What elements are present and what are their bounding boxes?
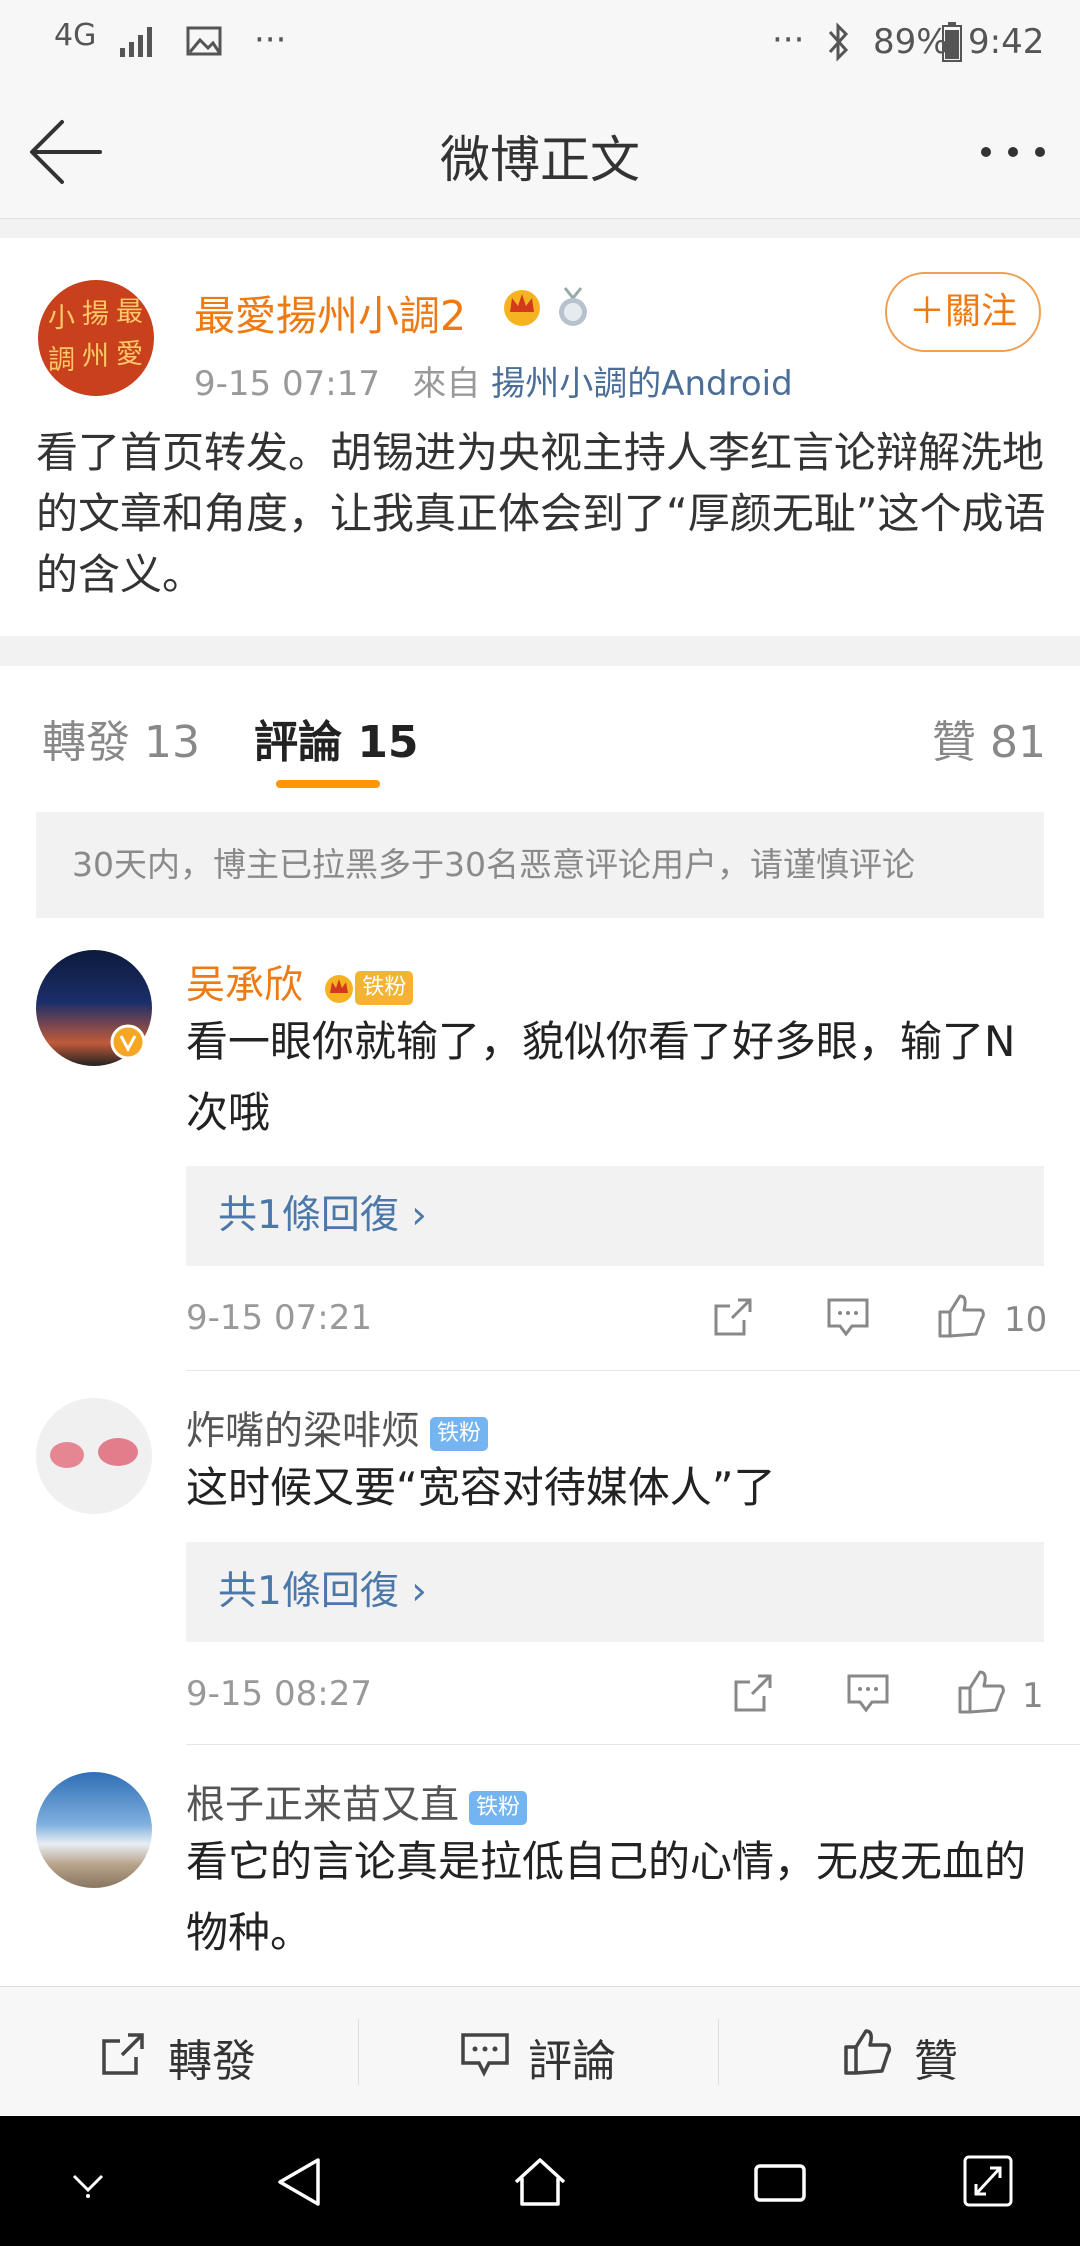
post-tabs: 轉發 13 評論 15 贊 81 xyxy=(0,666,1080,797)
view-replies-button[interactable]: 共1條回復 › xyxy=(186,1542,1044,1642)
avatar-char: 小 xyxy=(48,303,75,334)
screen-rotate-icon[interactable] xyxy=(962,2154,1014,2208)
page-title: 微博正文 xyxy=(440,131,640,189)
back-nav-icon[interactable] xyxy=(274,2156,324,2208)
comment-author[interactable]: 根子正来苗又直 铁粉 xyxy=(186,1774,528,1830)
comment-author[interactable]: 吴承欣 铁粉 xyxy=(186,954,414,1010)
medal-icon xyxy=(559,287,587,326)
active-tab-indicator xyxy=(276,780,380,788)
post-body: 看了首页转发。胡锡进为央视主持人李红言论辩解洗地的文章和角度，让我真正体会到了“… xyxy=(36,428,1046,599)
avatar-char: 最 xyxy=(116,297,143,328)
tab-reposts[interactable]: 轉發 13 xyxy=(42,706,200,770)
comment-time: 9-15 08:27 xyxy=(186,1674,372,1714)
repost-icon xyxy=(102,2033,144,2075)
more-notifications-icon: ··· xyxy=(254,20,287,60)
comment-avatar[interactable] xyxy=(36,1398,152,1514)
status-dots-icon: ··· xyxy=(772,20,805,60)
divider xyxy=(186,1370,1080,1371)
author-name[interactable]: 最愛揚州小調2 xyxy=(194,282,466,342)
vip-crown-icon xyxy=(325,974,354,1003)
post-action-bar: 轉發 評論 贊 xyxy=(0,1986,1080,2117)
verified-badge-icon xyxy=(110,1024,146,1060)
tab-likes[interactable]: 贊 81 xyxy=(932,706,1046,770)
comment-button[interactable]: 評論 xyxy=(458,1987,658,2117)
battery-percent: 89% xyxy=(873,22,949,62)
comment-author-text: 吴承欣 xyxy=(186,963,304,1008)
fan-badge: 铁粉 xyxy=(430,1416,489,1451)
comment-icon xyxy=(461,2033,509,2077)
comment-label: 評論 xyxy=(528,2036,616,2087)
like-icon[interactable] xyxy=(936,1292,986,1340)
comment-text: 看它的言论真是拉低自己的心情，无皮无血的物种。 xyxy=(186,1837,1027,1957)
comment-time: 9-15 07:21 xyxy=(186,1298,372,1338)
view-replies-button[interactable]: 共1條回復 › xyxy=(186,1166,1044,1266)
source-prefix: 來自 xyxy=(412,364,481,404)
avatar-char: 愛 xyxy=(116,339,143,370)
comment-list: 30天内，博主已拉黑多于30名恶意评论用户，请谨慎评论 吴承欣 铁粉 看一眼你就… xyxy=(0,796,1080,1986)
clock: 9:42 xyxy=(968,22,1045,62)
gallery-icon xyxy=(186,26,222,56)
comment-text: 看一眼你就输了，貌似你看了好多眼，输了N次哦 xyxy=(186,1017,1016,1137)
share-icon[interactable] xyxy=(732,1672,774,1714)
comment-notice: 30天内，博主已拉黑多于30名恶意评论用户，请谨慎评论 xyxy=(36,812,1044,918)
avatar-char: 調 xyxy=(48,345,75,376)
author-name-text: 最愛揚州小調2 xyxy=(194,292,467,340)
fan-badge: 铁粉 xyxy=(469,1790,528,1825)
battery-icon xyxy=(942,22,962,62)
comment-icon[interactable] xyxy=(826,1296,870,1338)
like-count: 10 xyxy=(1004,1300,1048,1340)
recents-nav-icon[interactable] xyxy=(752,2160,808,2206)
bluetooth-icon xyxy=(828,22,849,62)
system-nav-bar xyxy=(0,2116,1080,2246)
signal-icon xyxy=(120,27,152,57)
vip-crown-icon xyxy=(504,290,540,326)
comment-author-text: 炸嘴的梁啡烦 xyxy=(186,1409,421,1454)
divider xyxy=(186,1744,1080,1745)
like-button[interactable]: 贊 xyxy=(842,1987,1012,2117)
hide-keyboard-icon[interactable] xyxy=(68,2166,108,2200)
follow-button[interactable]: ＋關注 xyxy=(885,272,1041,352)
repost-button[interactable]: 轉發 xyxy=(96,1987,296,2117)
comment-icon[interactable] xyxy=(846,1672,890,1714)
avatar-char: 州 xyxy=(82,341,109,372)
avatar-char: 揚 xyxy=(82,299,109,330)
like-icon xyxy=(844,2029,892,2075)
like-label: 贊 xyxy=(914,2036,958,2087)
weibo-post: 小 調 揚 州 最 愛 最愛揚州小調2 9-15 07:17 來自 揚州小調的A… xyxy=(0,238,1080,636)
divider xyxy=(718,2019,719,2085)
fan-badge: 铁粉 xyxy=(355,970,414,1005)
repost-label: 轉發 xyxy=(168,2036,256,2087)
like-icon[interactable] xyxy=(956,1668,1006,1716)
share-icon[interactable] xyxy=(712,1296,754,1338)
comment-author[interactable]: 炸嘴的梁啡烦 铁粉 xyxy=(186,1400,489,1456)
network-type: 4G xyxy=(54,18,97,53)
like-count: 1 xyxy=(1022,1676,1044,1716)
home-nav-icon[interactable] xyxy=(512,2156,568,2208)
author-avatar[interactable]: 小 調 揚 州 最 愛 xyxy=(38,280,154,396)
tab-comments[interactable]: 評論 15 xyxy=(254,706,419,770)
divider xyxy=(358,2019,359,2085)
post-source[interactable]: 揚州小調的Android xyxy=(491,364,792,404)
comment-avatar[interactable] xyxy=(36,1772,152,1888)
more-options-icon[interactable] xyxy=(978,142,1048,162)
comment-author-text: 根子正来苗又直 xyxy=(186,1783,460,1828)
title-bar: 微博正文 xyxy=(0,88,1080,219)
comment-text: 这时候又要“宽容对待媒体人”了 xyxy=(186,1463,776,1512)
post-date: 9-15 07:17 xyxy=(194,364,380,404)
post-meta: 9-15 07:17 來自 揚州小調的Android xyxy=(194,356,793,405)
status-bar: 4G ··· ··· 89% 9:42 xyxy=(0,0,1080,88)
